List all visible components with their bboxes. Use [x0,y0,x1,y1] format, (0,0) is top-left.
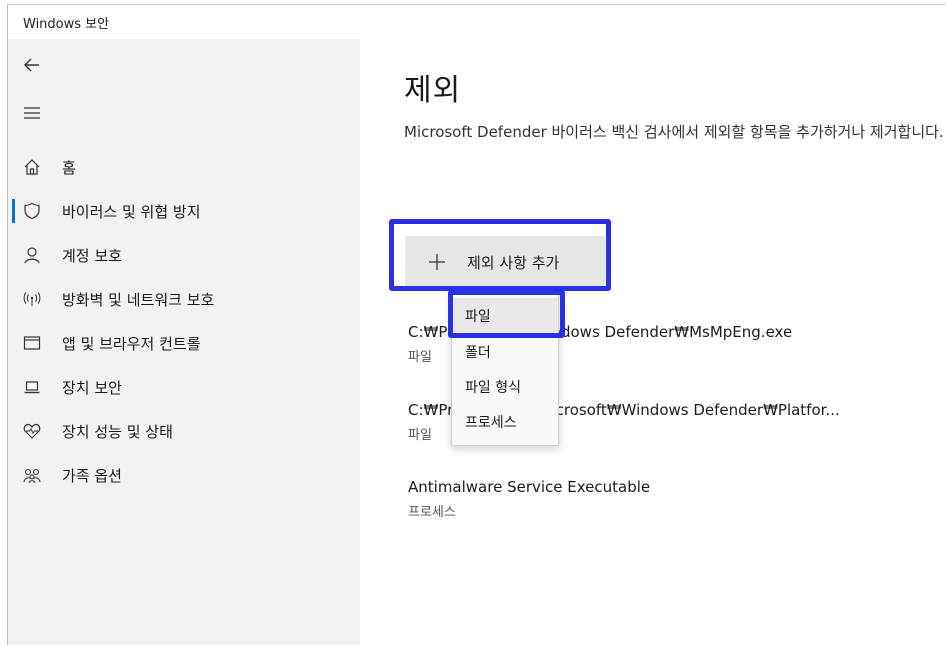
sidebar-item-label: 장치 보안 [62,379,122,397]
shield-icon [22,201,42,221]
sidebar-item-app-browser-control[interactable]: 앱 및 브라우저 컨트롤 [8,323,360,363]
sidebar-item-label: 가족 옵션 [62,467,122,485]
laptop-icon [22,377,42,397]
selection-indicator [12,199,15,223]
dropdown-option-label: 파일 [465,309,491,325]
arrow-left-icon [24,58,39,72]
page-title: 제외 [404,73,462,108]
home-icon [22,157,42,177]
sidebar-item-device-performance[interactable]: 장치 성능 및 상태 [8,411,360,451]
sidebar-item-label: 앱 및 브라우저 컨트롤 [62,335,201,353]
page-description: Microsoft Defender 바이러스 백신 검사에서 제외할 항목을 … [404,123,944,141]
dropdown-option-label: 폴더 [465,345,491,361]
exclusion-path: Antimalware Service Executable [408,478,651,496]
main-content: 제외 Microsoft Defender 바이러스 백신 검사에서 제외할 항… [360,39,946,645]
family-icon [22,465,42,485]
sidebar-item-label: 장치 성능 및 상태 [62,423,173,441]
heart-pulse-icon [22,421,42,441]
sidebar-item-virus-protection[interactable]: 바이러스 및 위협 방지 [8,191,360,231]
menu-button[interactable] [16,97,48,129]
sidebar-item-label: 바이러스 및 위협 방지 [62,203,201,221]
dropdown-option-label: 파일 형식 [465,380,521,396]
wifi-antenna-icon [22,289,42,309]
title-bar: Windows 보안 [8,5,946,39]
sidebar-item-home[interactable]: 홈 [8,147,360,187]
exclusion-type-dropdown: 파일 폴더 파일 형식 프로세스 [451,293,559,446]
browser-window-icon [22,333,42,353]
sidebar-item-label: 계정 보호 [62,247,122,265]
exclusion-item[interactable]: Antimalware Service Executable 프로세스 [408,478,650,520]
dropdown-option-label: 프로세스 [465,415,517,431]
exclusion-type: 프로세스 [408,505,456,520]
dropdown-option-file-type[interactable]: 파일 형식 [452,369,558,403]
person-icon [22,245,42,265]
sidebar-item-device-security[interactable]: 장치 보안 [8,367,360,407]
sidebar-item-label: 방화벽 및 네트워크 보호 [62,291,215,309]
window-title: Windows 보안 [23,17,110,32]
back-button[interactable] [16,49,48,81]
plus-icon [429,254,445,270]
dropdown-option-process[interactable]: 프로세스 [452,404,558,438]
sidebar-item-firewall[interactable]: 방화벽 및 네트워크 보호 [8,279,360,319]
dropdown-option-folder[interactable]: 폴더 [452,334,558,368]
sidebar-item-account-protection[interactable]: 계정 보호 [8,235,360,275]
sidebar: 홈 바이러스 및 위협 방지 계정 보호 방화벽 및 네트워크 보호 앱 및 브… [8,39,360,645]
add-exclusion-label: 제외 사항 추가 [467,254,560,272]
sidebar-item-label: 홈 [62,159,76,177]
sidebar-item-family-options[interactable]: 가족 옵션 [8,455,360,495]
add-exclusion-button[interactable]: 제외 사항 추가 [405,236,605,290]
hamburger-icon [24,107,40,119]
dropdown-option-file[interactable]: 파일 [452,298,558,332]
